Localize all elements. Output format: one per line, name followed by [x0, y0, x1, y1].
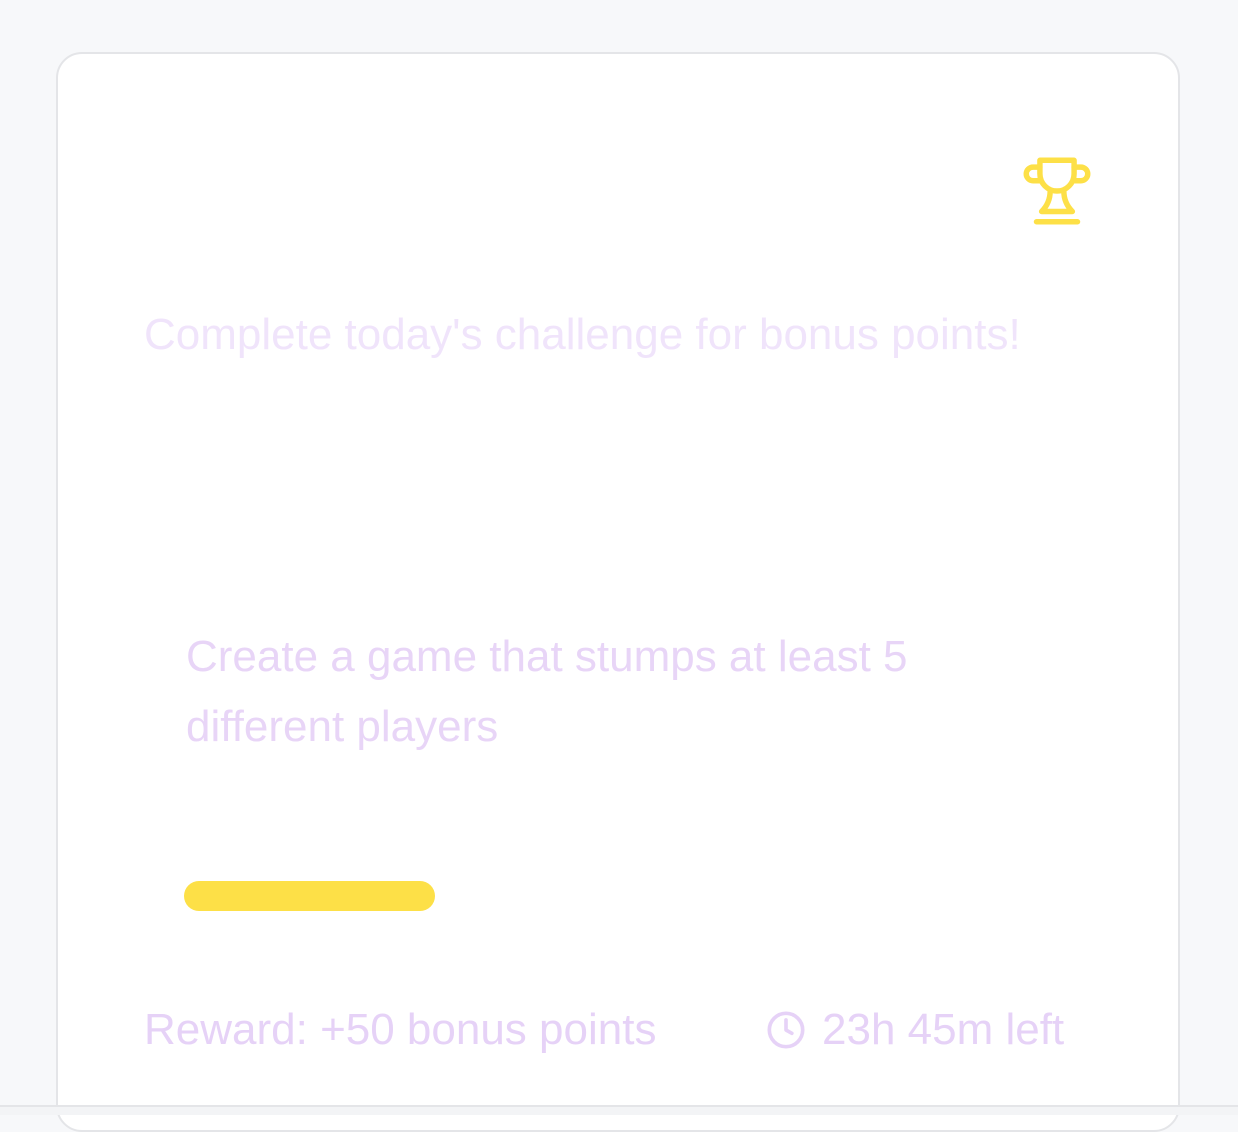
challenge-progress-bar [184, 881, 706, 911]
reward-label: Reward: +50 bonus points [144, 1005, 657, 1054]
challenge-progress-fill [184, 881, 435, 911]
challenge-description: Create a game that stumps at least 5 dif… [186, 632, 908, 751]
daily-challenge-card: Complete today's challenge for bonus poi… [56, 52, 1180, 1132]
bottom-divider [0, 1105, 1238, 1115]
time-remaining: 23h 45m left [766, 1000, 1064, 1060]
challenge-subtitle: Complete today's challenge for bonus poi… [144, 310, 1021, 359]
time-remaining-text: 23h 45m left [822, 1005, 1065, 1054]
clock-icon [767, 1011, 805, 1049]
trophy-icon [1023, 157, 1091, 225]
